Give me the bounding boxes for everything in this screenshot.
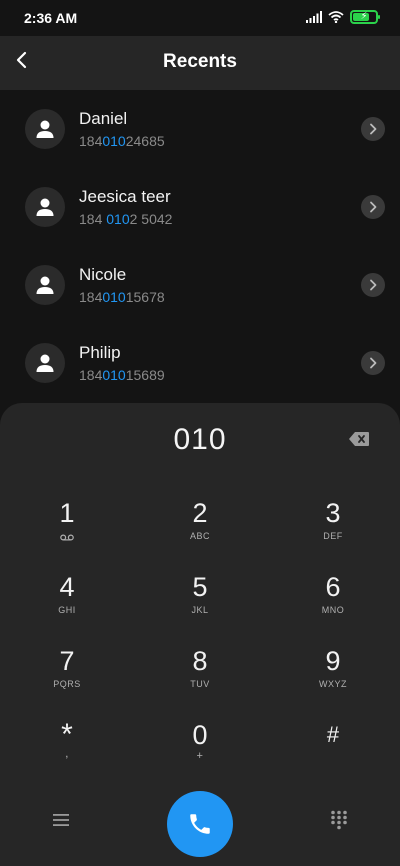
- avatar: [25, 265, 65, 305]
- person-icon: [36, 198, 54, 216]
- key-2[interactable]: 2 ABC: [150, 498, 250, 558]
- chevron-right-icon: [370, 123, 377, 135]
- key-digit: #: [326, 722, 340, 747]
- key-letters: WXYZ: [319, 679, 347, 689]
- contact-text: Philip 18401015689: [79, 343, 165, 383]
- status-time: 2:36 AM: [24, 10, 78, 26]
- key-9[interactable]: 9 WXYZ: [283, 646, 383, 706]
- key-8[interactable]: 8 TUV: [150, 646, 250, 706]
- key-letters: DEF: [323, 531, 343, 541]
- person-icon: [36, 354, 54, 372]
- contact-row[interactable]: Daniel 18401024685: [0, 90, 400, 168]
- battery-icon: ⚡: [350, 10, 380, 24]
- contact-name: Jeesica teer: [79, 187, 171, 206]
- key-letters: MNO: [321, 605, 345, 615]
- key-6[interactable]: 6 MNO: [283, 572, 383, 632]
- status-icons: ⚡: [306, 10, 380, 24]
- contact-name: Daniel: [79, 109, 128, 128]
- key-5[interactable]: 5 JKL: [150, 572, 250, 632]
- contact-text: Jeesica teer 184 0102 5042: [79, 187, 172, 227]
- wifi-icon: [328, 11, 344, 23]
- contact-number: 18401015689: [79, 367, 165, 383]
- key-digit: 7: [59, 646, 75, 676]
- key-hash[interactable]: #: [283, 720, 383, 780]
- contact-row[interactable]: Jeesica teer 184 0102 5042: [0, 168, 400, 246]
- key-digit: 1: [59, 498, 75, 528]
- contact-detail-button[interactable]: [361, 351, 385, 375]
- key-digit: 3: [325, 498, 341, 528]
- backspace-button[interactable]: [349, 432, 369, 446]
- page-title: Recents: [163, 51, 237, 72]
- dialpad-panel: 010 1 2 ABC 3 DEF 4 GHI 5 JKL 6 MNO 7 PQ…: [0, 403, 400, 866]
- app-header: Recents: [0, 36, 400, 90]
- contact-detail-button[interactable]: [361, 273, 385, 297]
- contact-name: Nicole: [79, 265, 127, 284]
- contact-number: 18401015678: [79, 289, 165, 305]
- contact-detail-button[interactable]: [361, 117, 385, 141]
- key-letters: GHI: [58, 605, 76, 615]
- call-button[interactable]: [167, 791, 233, 857]
- key-4[interactable]: 4 GHI: [17, 572, 117, 632]
- voicemail-icon: [60, 534, 74, 541]
- chevron-right-icon: [370, 201, 377, 213]
- key-digit: 9: [325, 646, 341, 676]
- contact-text: Nicole 18401015678: [79, 265, 165, 305]
- key-digit: 8: [192, 646, 208, 676]
- chevron-right-icon: [370, 279, 377, 291]
- key-letters: PQRS: [53, 679, 81, 689]
- key-letters: ABC: [189, 531, 210, 541]
- contact-number: 18401024685: [79, 133, 165, 149]
- avatar: [25, 343, 65, 383]
- key-digit: 5: [192, 572, 208, 602]
- key-0[interactable]: 0 +: [150, 720, 250, 780]
- contact-detail-button[interactable]: [361, 195, 385, 219]
- backspace-icon: [349, 432, 369, 446]
- key-7[interactable]: 7 PQRS: [17, 646, 117, 706]
- key-digit: 4: [59, 572, 75, 602]
- key-digit: 6: [325, 572, 341, 602]
- contact-row[interactable]: Philip 18401015689: [0, 324, 400, 402]
- key-digit: 2: [192, 498, 208, 528]
- keypad-toggle-button[interactable]: [328, 809, 350, 831]
- key-1[interactable]: 1: [17, 498, 117, 558]
- recents-list: Daniel 18401024685 Jeesica teer 184 0102…: [0, 90, 400, 402]
- person-icon: [36, 276, 54, 294]
- key-star[interactable]: * ,: [17, 720, 117, 780]
- contact-name: Philip: [79, 343, 121, 362]
- key-letters: ,: [65, 746, 69, 760]
- key-letters: JKL: [191, 605, 209, 615]
- menu-button[interactable]: [50, 809, 72, 831]
- contact-text: Daniel 18401024685: [79, 109, 165, 149]
- phone-icon: [190, 814, 210, 834]
- contact-row[interactable]: Nicole 18401015678: [0, 246, 400, 324]
- dialed-number-display: 010: [173, 423, 227, 456]
- keypad-icon: [331, 810, 347, 830]
- key-digit: 0: [192, 720, 208, 750]
- avatar: [25, 187, 65, 227]
- menu-icon: [53, 814, 69, 826]
- signal-icon: [306, 11, 322, 23]
- key-letters: +: [196, 750, 204, 762]
- avatar: [25, 109, 65, 149]
- charging-icon: ⚡: [360, 11, 368, 22]
- chevron-right-icon: [370, 357, 377, 369]
- key-sub: [17, 533, 117, 543]
- key-letters: TUV: [190, 679, 210, 689]
- person-icon: [36, 120, 54, 138]
- contact-number: 184 0102 5042: [79, 211, 173, 227]
- key-3[interactable]: 3 DEF: [283, 498, 383, 558]
- status-bar: 2:36 AM ⚡: [0, 0, 400, 36]
